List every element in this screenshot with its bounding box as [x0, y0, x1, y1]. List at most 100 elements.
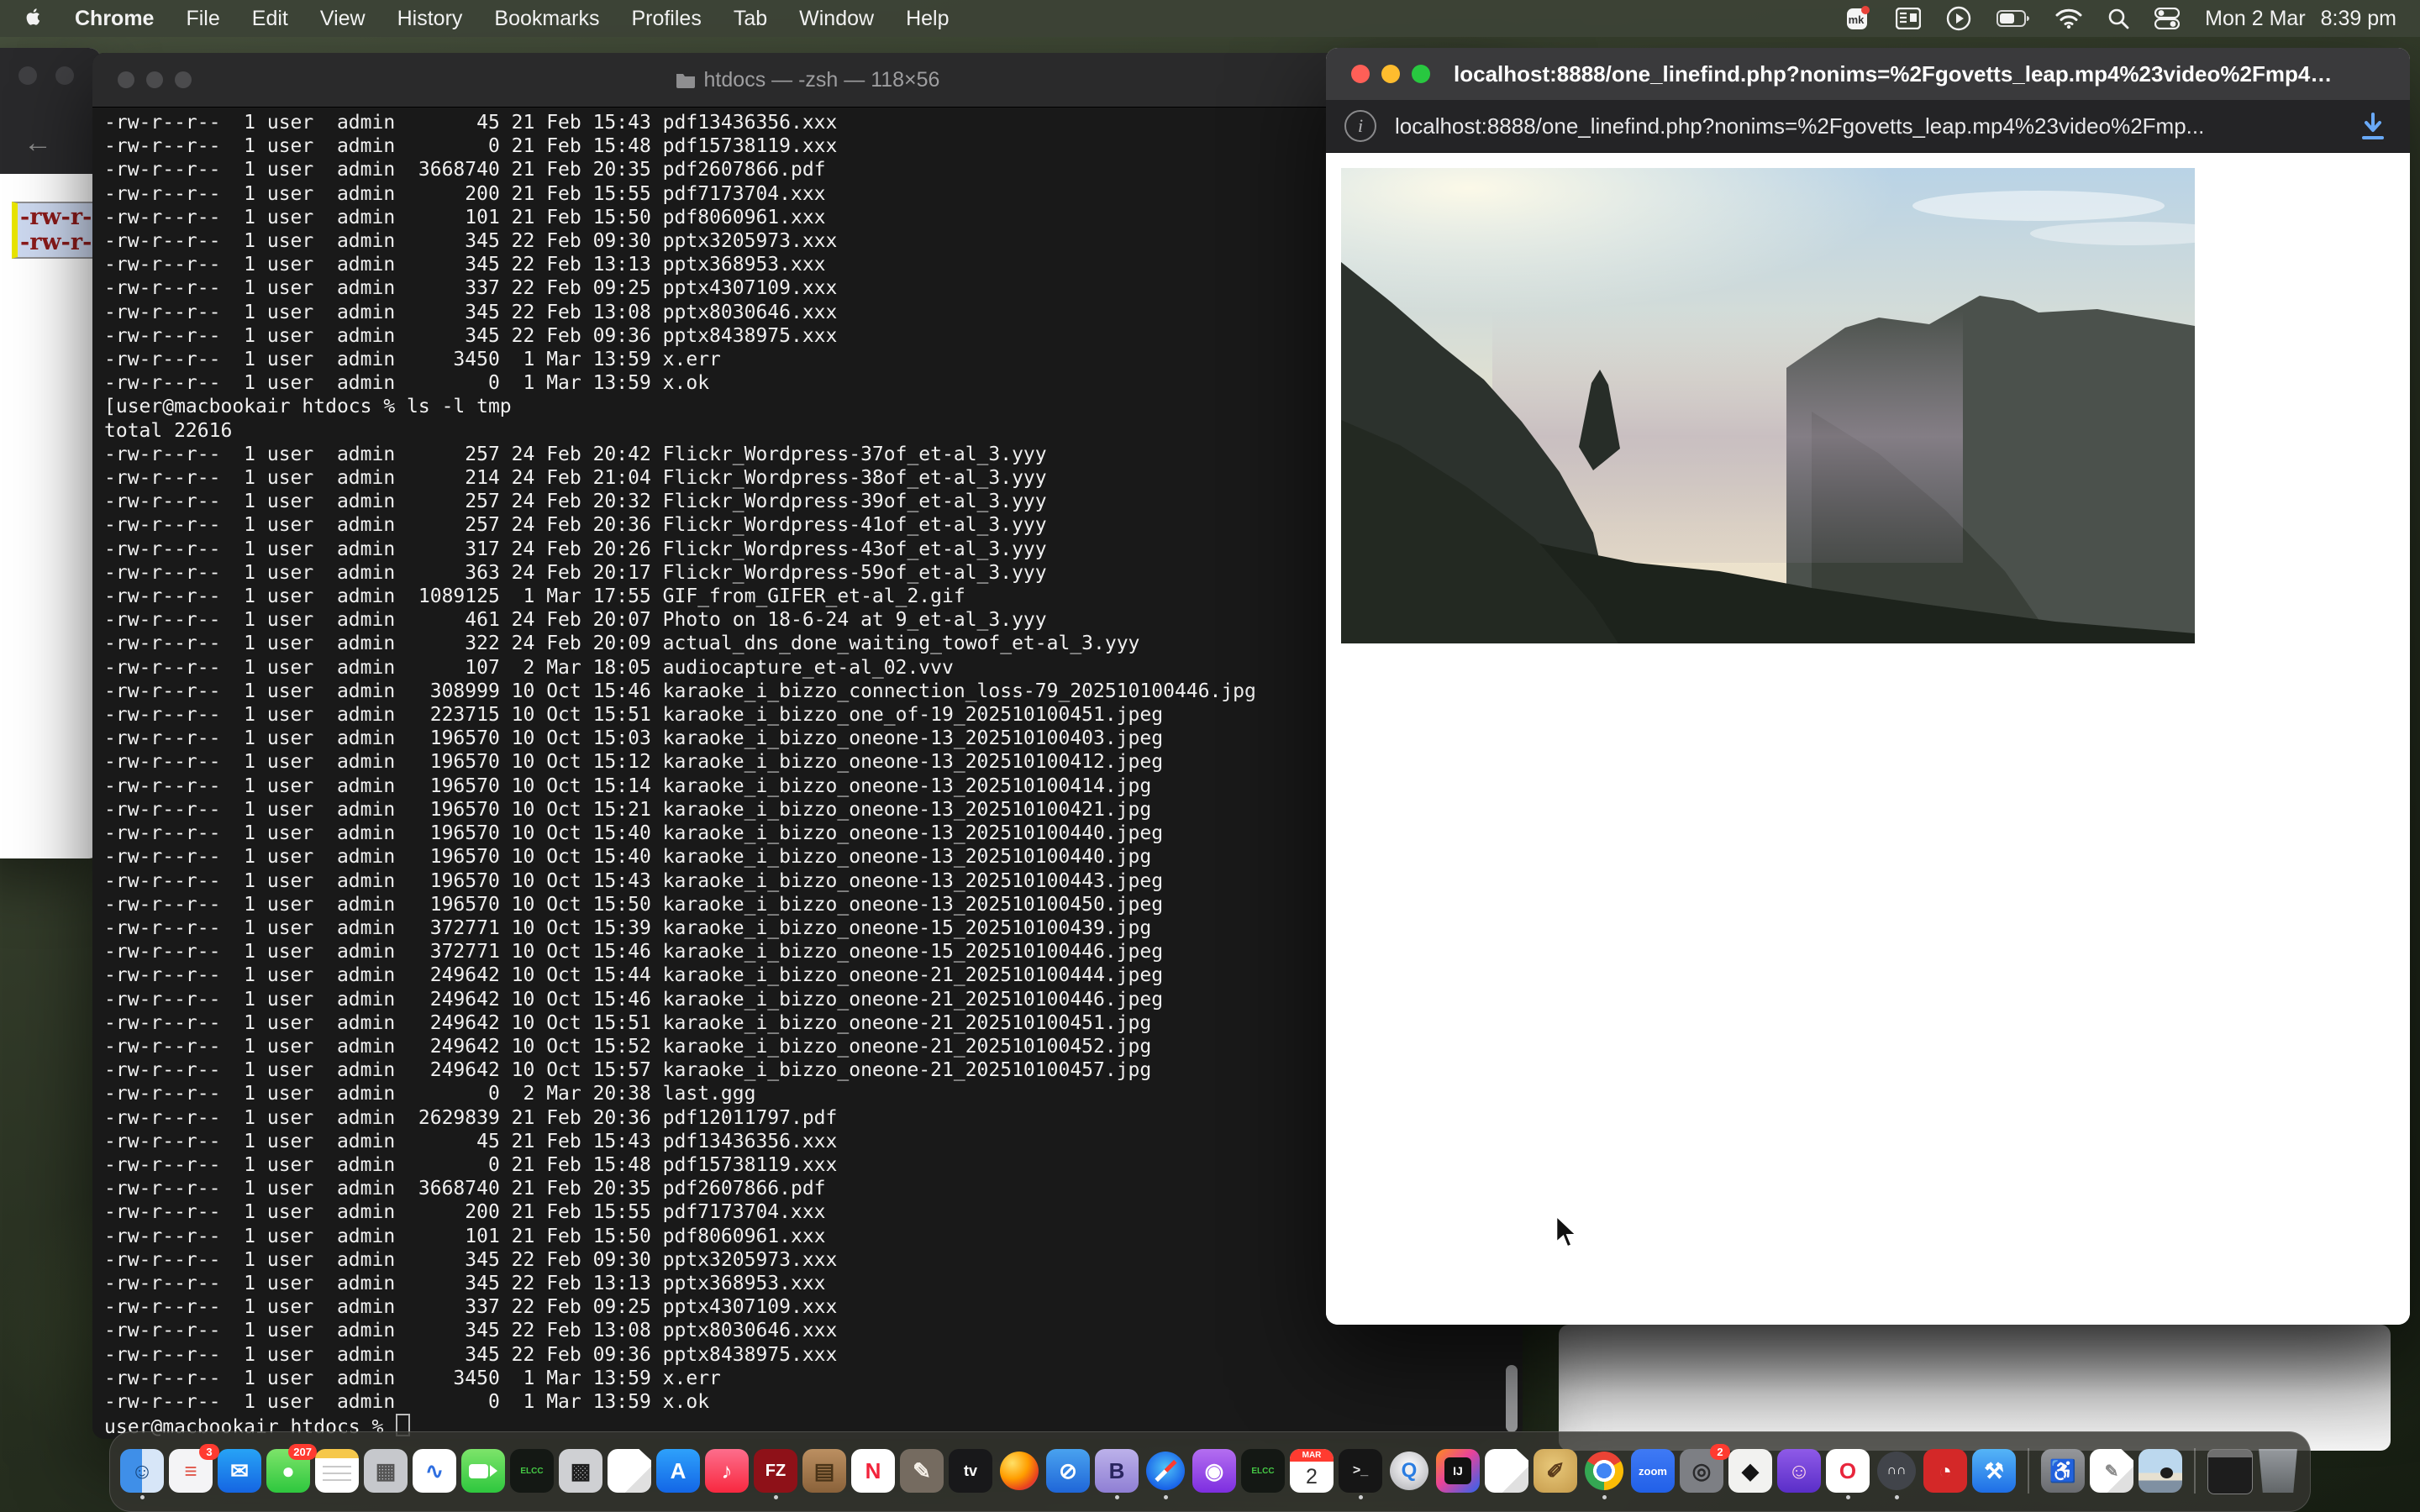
- dock-photo-file-icon[interactable]: [2139, 1449, 2182, 1493]
- traffic-light-inactive[interactable]: [55, 66, 74, 85]
- close-button-inactive[interactable]: [118, 71, 134, 88]
- app-logo-mk-icon[interactable]: mk: [1845, 5, 1870, 32]
- menu-item-bookmarks[interactable]: Bookmarks: [478, 7, 615, 31]
- dock-music-icon[interactable]: ♪: [705, 1449, 749, 1493]
- spotlight-search-icon[interactable]: [2107, 5, 2129, 32]
- dock-separator: [2028, 1448, 2029, 1494]
- terminal-content[interactable]: -rw-r--r-- 1 user admin 45 21 Feb 15:43 …: [92, 108, 1523, 1439]
- dock-elcc-terminal-icon[interactable]: ELCC: [510, 1449, 554, 1493]
- info-icon[interactable]: i: [1344, 110, 1376, 142]
- menu-item-window[interactable]: Window: [783, 7, 890, 31]
- dock-mail-icon[interactable]: ✉: [218, 1449, 261, 1493]
- dock-blocked-app-icon[interactable]: ⊘: [1046, 1449, 1090, 1493]
- browser-titlebar[interactable]: localhost:8888/one_linefind.php?nonims=%…: [1326, 48, 2410, 100]
- dock-firefox-icon[interactable]: [997, 1449, 1041, 1493]
- dock-intellij-idea-icon[interactable]: IJ: [1436, 1449, 1480, 1493]
- terminal-output: -rw-r--r-- 1 user admin 45 21 Feb 15:43 …: [92, 108, 1523, 1439]
- dock-messages-icon[interactable]: ●207: [266, 1449, 310, 1493]
- dock-elcc-terminal-2-icon[interactable]: ELCC: [1241, 1449, 1285, 1493]
- minimize-button[interactable]: [1381, 65, 1400, 83]
- dock-notes-icon[interactable]: [315, 1449, 359, 1493]
- dock-opera-icon[interactable]: O: [1826, 1449, 1870, 1493]
- download-icon[interactable]: [2358, 111, 2388, 141]
- dock-filezilla-icon[interactable]: FZ: [754, 1449, 797, 1493]
- menu-item-view[interactable]: View: [304, 7, 381, 31]
- dock-gimp-icon[interactable]: ✎: [900, 1449, 944, 1493]
- apple-menu[interactable]: [25, 6, 47, 31]
- terminal-scrollbar[interactable]: [1506, 1365, 1518, 1432]
- dock-libreoffice-document-icon[interactable]: [608, 1449, 651, 1493]
- dock-app-store-icon[interactable]: A: [656, 1449, 700, 1493]
- dock-minimized-window-icon[interactable]: [2207, 1449, 2251, 1493]
- dock-calculator-utility-icon[interactable]: ▩: [559, 1449, 602, 1493]
- menu-item-profiles[interactable]: Profiles: [615, 7, 717, 31]
- menu-bar-clock[interactable]: Mon 2 Mar 8:39 pm: [2205, 7, 2396, 31]
- menu-item-help[interactable]: Help: [890, 7, 965, 31]
- dock-paint-palette-icon[interactable]: ✐: [1534, 1449, 1577, 1493]
- terminal-window[interactable]: htdocs — -zsh — 118×56 -rw-r--r-- 1 user…: [92, 53, 1523, 1439]
- zoom-button[interactable]: [1412, 65, 1430, 83]
- dock-freeform-icon[interactable]: ∿: [413, 1449, 456, 1493]
- background-window-toolbar: ←: [0, 48, 101, 174]
- control-center-icon[interactable]: [2154, 5, 2180, 32]
- desktop: ← -rw-r--r -rw-r- htdocs — -zsh — 118×56…: [0, 0, 2420, 1512]
- menu-item-chrome[interactable]: Chrome: [59, 7, 170, 31]
- clock-time: 8:39 pm: [2321, 7, 2396, 31]
- dock-textedit-icon[interactable]: ✎: [2090, 1449, 2133, 1493]
- browser-url-bar[interactable]: i localhost:8888/one_linefind.php?nonims…: [1326, 100, 2410, 153]
- zoom-button-inactive[interactable]: [175, 71, 192, 88]
- dock-apple-tv-icon[interactable]: tv: [949, 1449, 992, 1493]
- url-text[interactable]: localhost:8888/one_linefind.php?nonims=%…: [1395, 113, 2204, 139]
- dock-bbedit-icon[interactable]: B: [1095, 1449, 1139, 1493]
- minimize-button-inactive[interactable]: [146, 71, 163, 88]
- dock: ☺≡3✉●207▦∿ELCC▩A♪FZ▤N✎tv⊘B◉ELCCMAR2>_QIJ…: [109, 1431, 2311, 1512]
- dock-news-icon[interactable]: N: [851, 1449, 895, 1493]
- dock-terminal-icon[interactable]: >_: [1339, 1449, 1382, 1493]
- clock-date: Mon 2 Mar: [2205, 7, 2305, 31]
- window-switcher-icon[interactable]: [1896, 5, 1921, 32]
- dock-quicktime-icon[interactable]: Q: [1387, 1449, 1431, 1493]
- running-indicator: [1164, 1495, 1168, 1499]
- dock-accessibility-inspector-icon[interactable]: ♿: [2041, 1449, 2085, 1493]
- dock-trash-icon[interactable]: [2256, 1449, 2300, 1493]
- dock-zoom-icon[interactable]: zoom: [1631, 1449, 1675, 1493]
- running-indicator: [1115, 1495, 1119, 1499]
- dock-facetime-icon[interactable]: [461, 1449, 505, 1493]
- battery-icon[interactable]: [1996, 5, 2030, 32]
- notification-badge: 3: [199, 1444, 219, 1460]
- close-button[interactable]: [1351, 65, 1370, 83]
- dock-contacts-icon[interactable]: ▤: [802, 1449, 846, 1493]
- running-indicator: [1602, 1495, 1607, 1499]
- traffic-light-inactive[interactable]: [18, 66, 37, 85]
- background-browser-window[interactable]: ← -rw-r--r -rw-r-: [0, 48, 101, 858]
- browser-window-title: localhost:8888/one_linefind.php?nonims=%…: [1454, 61, 2344, 87]
- terminal-titlebar[interactable]: htdocs — -zsh — 118×56: [92, 53, 1523, 108]
- browser-content[interactable]: [1326, 153, 2410, 1325]
- dock-blank-document-icon[interactable]: [1485, 1449, 1528, 1493]
- dock-speedometer-app-icon[interactable]: ◔: [1923, 1449, 1967, 1493]
- menu-items: ChromeFileEditViewHistoryBookmarksProfil…: [59, 7, 965, 31]
- menu-item-file[interactable]: File: [170, 7, 235, 31]
- dock-chrome-icon[interactable]: [1582, 1449, 1626, 1493]
- back-arrow-icon[interactable]: ←: [24, 129, 52, 157]
- wifi-icon[interactable]: [2055, 5, 2082, 32]
- dock-finder-icon[interactable]: ☺: [120, 1449, 164, 1493]
- dock-cat-stickers-icon[interactable]: ☺: [1777, 1449, 1821, 1493]
- dock-mastodon-icon[interactable]: ∩∩: [1875, 1449, 1918, 1493]
- dock-podcasts-icon[interactable]: ◉: [1192, 1449, 1236, 1493]
- svg-text:mk: mk: [1849, 13, 1865, 26]
- find-highlight-box: -rw-r--r -rw-r-: [12, 202, 101, 259]
- browser-popup-window[interactable]: localhost:8888/one_linefind.php?nonims=%…: [1326, 48, 2410, 1325]
- dock-xcode-icon[interactable]: ⚒: [1972, 1449, 2016, 1493]
- menu-item-edit[interactable]: Edit: [236, 7, 304, 31]
- dock-aperture-utility-icon[interactable]: ◎2: [1680, 1449, 1723, 1493]
- govetts-leap-valley-photo[interactable]: [1341, 168, 2195, 643]
- screen-mirroring-icon[interactable]: [1946, 5, 1971, 32]
- menu-item-history[interactable]: History: [381, 7, 479, 31]
- dock-launchpad-icon[interactable]: ▦: [364, 1449, 408, 1493]
- dock-safari-icon[interactable]: [1144, 1449, 1187, 1493]
- dock-reminders-icon[interactable]: ≡3: [169, 1449, 213, 1493]
- dock-calendar-icon[interactable]: MAR2: [1290, 1449, 1334, 1493]
- menu-item-tab[interactable]: Tab: [718, 7, 783, 31]
- dock-inkscape-icon[interactable]: ◆: [1728, 1449, 1772, 1493]
